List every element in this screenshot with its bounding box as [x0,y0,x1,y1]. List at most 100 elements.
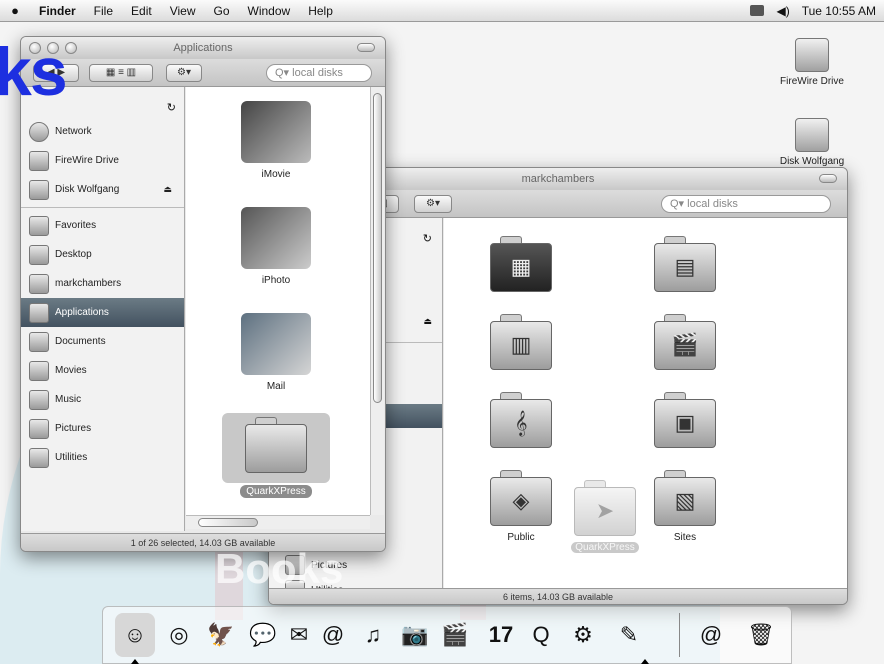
status-text: 6 items, 14.03 GB available [502,592,614,602]
pictures-folder-icon: ▣ [674,410,696,435]
menu-clock[interactable]: Tue 10:55 AM [802,4,876,18]
music-folder-icon: 𝄞 [514,410,528,435]
quicktime-icon[interactable]: Q [521,613,561,657]
quarkxpress-folder-icon [245,417,307,473]
app-item-iphoto[interactable]: iPhoto [226,207,326,286]
column-view: iMovie iPhoto Mail QuarkXPress [186,87,370,515]
firewire-drive-icon [795,38,829,72]
sidebar-item-label: Network [55,126,92,137]
eject-icon[interactable]: ⏏ [163,184,172,195]
search-input[interactable]: Q▾ local disks [661,195,831,213]
sidebar-item-firewire-drive[interactable]: FireWire Drive [21,146,184,175]
sidebar-item-music[interactable]: Music [21,385,184,414]
eject-icon[interactable]: ⏏ [423,316,432,327]
search-input[interactable]: Q▾ local disks [266,64,372,82]
watermark-books: Books [215,545,344,592]
desktop-icon-label: Disk Wolfgang [779,156,845,167]
window-titlebar[interactable]: Applications [21,37,385,59]
desktop-disk-wolfgang[interactable]: Disk Wolfgang [770,118,854,167]
menu-window[interactable]: Window [239,4,300,18]
ical-icon[interactable]: 17 [481,613,521,657]
app-item-imovie[interactable]: iMovie [226,101,326,180]
menu-view[interactable]: View [161,4,205,18]
utilities-icon [29,447,49,468]
sidebar-item-label: markchambers [55,278,122,289]
sidebar-item-applications[interactable]: Applications [21,298,184,327]
horizontal-scrollbar[interactable] [186,515,370,529]
folder-item[interactable]: ▣ [640,392,730,454]
running-indicator [641,659,649,664]
sidebar-item-utilities[interactable]: Utilities [21,443,184,472]
sidebar-item-favorites[interactable]: Favorites [21,211,184,240]
app-item-quarkxpress[interactable]: QuarkXPress [222,413,330,498]
window-toolbar: ◀ ▶ ▦ ≡ ▥ ⚙▾ Q▾ local disks [21,59,385,87]
iphoto-icon [241,207,311,269]
sidebar-item-network[interactable]: Network [21,117,184,146]
view-mode-buttons[interactable]: ▦ ≡ ▥ [89,64,153,82]
apple-menu-icon[interactable]: ● [0,3,30,18]
preview-icon[interactable]: 🦅 [201,613,241,657]
sidebar-item-markchambers[interactable]: markchambers [21,269,184,298]
watermark-logo: ks [0,34,68,110]
folder-item[interactable]: ▦ [476,236,566,298]
folder-item[interactable]: 𝄞 [476,392,566,454]
safari-icon[interactable]: ◎ [159,613,199,657]
app-label: iPhoto [261,275,291,286]
sidebar-item-pictures[interactable]: Pictures [21,414,184,443]
volume-icon[interactable]: ◀) [776,4,789,18]
toolbar-toggle-button[interactable] [357,43,375,52]
folder-item[interactable]: ▤ [640,236,730,298]
itunes-icon[interactable]: ♫ [353,613,393,657]
scroll-thumb[interactable] [198,518,258,527]
iphoto-icon[interactable]: 📷 [395,613,435,657]
sites-folder-icon: ▧ [674,488,696,513]
folder-item[interactable]: ◈ Public [476,470,566,543]
folder-item[interactable]: ▧ Sites [640,470,730,543]
window-title: Applications [173,42,233,54]
menu-go[interactable]: Go [205,4,239,18]
action-gear-button[interactable]: ⚙▾ [166,64,202,82]
menu-finder[interactable]: Finder [30,4,85,18]
folder-item-dragging[interactable]: ➤ QuarkXPress [560,480,650,553]
public-folder-icon: ◈ [512,488,530,513]
action-gear-button[interactable]: ⚙▾ [414,195,452,213]
folder-item[interactable]: ▥ [476,314,566,376]
sidebar-item-disk-wolfgang[interactable]: Disk Wolfgang ⏏ [21,175,184,204]
movies-icon [29,360,49,381]
app-label: QuarkXPress [240,485,312,498]
ichat-icon[interactable]: 💬 [243,613,283,657]
hard-disk-icon [795,118,829,152]
sidebar-sync-icon[interactable]: ↻ [423,232,432,245]
sidebar-sync-icon[interactable]: ↻ [167,101,176,114]
search-placeholder: local disks [687,198,738,210]
desktop-firewire-drive[interactable]: FireWire Drive [770,38,854,87]
system-preferences-icon[interactable]: ⚙ [563,613,603,657]
quarkxpress-icon[interactable]: ✎ [609,613,649,657]
zoom-button[interactable] [65,42,77,54]
home-icon [29,273,49,294]
sidebar-item-desktop[interactable]: Desktop [21,240,184,269]
vertical-scrollbar[interactable] [370,87,384,515]
app-item-mail[interactable]: Mail [226,313,326,392]
folder-item[interactable]: 🎬 [640,314,730,376]
search-icon: Q▾ [275,67,290,79]
finder-icon[interactable]: ☺ [115,613,155,657]
sidebar-item-label: Favorites [55,220,97,231]
mail-icon[interactable]: @ [313,613,353,657]
mail-icon [241,313,311,375]
trash-icon[interactable]: 🗑 [741,613,781,657]
music-icon [29,389,49,410]
sidebar-item-label: Documents [55,336,106,347]
internet-connect-icon[interactable]: @ [691,613,731,657]
sidebar-item-movies[interactable]: Movies [21,356,184,385]
search-placeholder: local disks [292,67,343,79]
movies-folder-icon: 🎬 [671,332,699,357]
menu-edit[interactable]: Edit [122,4,161,18]
menu-help[interactable]: Help [299,4,342,18]
display-icon[interactable] [750,5,765,16]
sidebar-item-documents[interactable]: Documents [21,327,184,356]
imovie-icon[interactable]: 🎬 [435,613,475,657]
menu-file[interactable]: File [85,4,122,18]
scroll-thumb[interactable] [373,93,382,403]
toolbar-toggle-button[interactable] [819,174,837,183]
